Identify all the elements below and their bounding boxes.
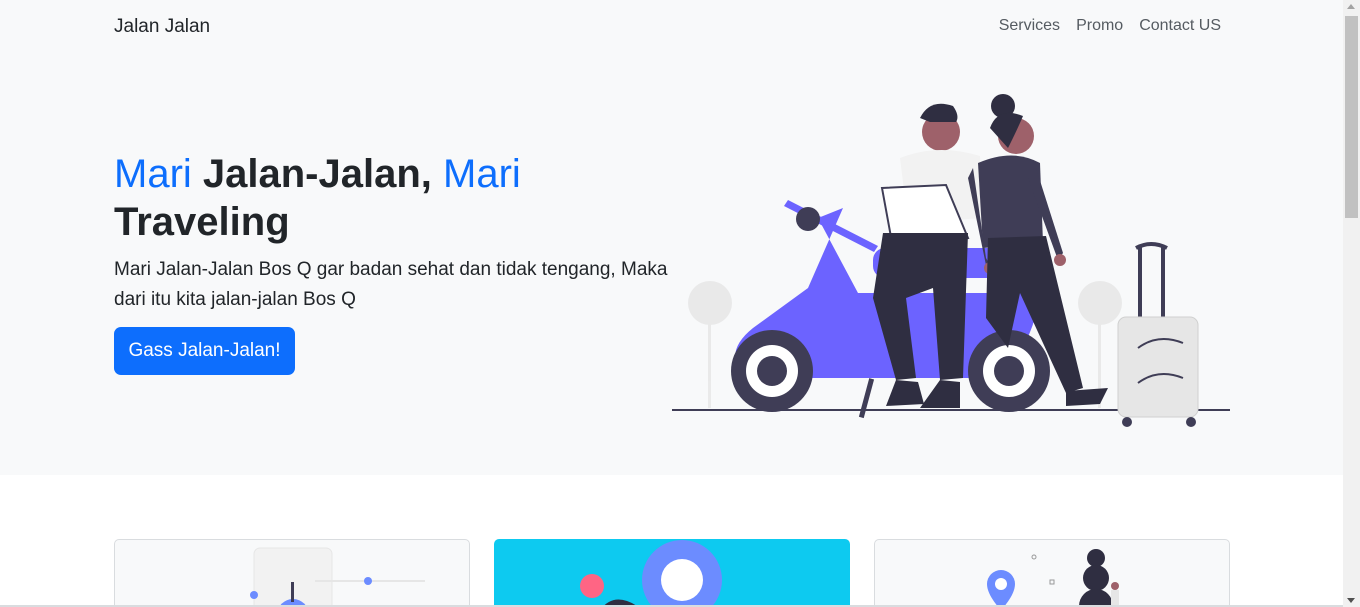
vertical-scrollbar[interactable] (1343, 0, 1360, 607)
feature-card-1[interactable] (114, 539, 470, 607)
location-pin-illustration (987, 549, 1119, 607)
scroll-thumb[interactable] (1345, 16, 1358, 218)
cta-button[interactable]: Gass Jalan-Jalan! (114, 327, 295, 375)
nav-link-services[interactable]: Services (999, 17, 1060, 35)
nav-links: Services Promo Contact US (999, 17, 1221, 35)
travel-card-illustration (250, 547, 425, 607)
nav-link-contact[interactable]: Contact US (1139, 17, 1221, 35)
feature-card-3[interactable] (874, 539, 1230, 607)
hero-title: Mari Jalan-Jalan, Mari Traveling (114, 150, 674, 246)
scroll-down-icon[interactable] (1347, 598, 1355, 603)
hero-title-part-2: Jalan-Jalan, (191, 152, 444, 196)
navbar: Jalan Jalan Services Promo Contact US (0, 0, 1343, 56)
nav-link-promo[interactable]: Promo (1076, 17, 1123, 35)
feature-card-2[interactable] (494, 539, 850, 607)
scroll-up-icon[interactable] (1347, 4, 1355, 9)
scooter-couple-illustration (672, 94, 1230, 427)
hero-title-accent-1: Mari (114, 152, 192, 196)
hero-title-part-4: Traveling (114, 200, 290, 244)
hero-lead: Mari Jalan-Jalan Bos Q gar badan sehat d… (114, 259, 668, 310)
brand-logo[interactable]: Jalan Jalan (114, 16, 210, 38)
hero-section: Jalan Jalan Services Promo Contact US Ma… (0, 0, 1343, 475)
map-card-illustration (580, 540, 722, 607)
hero-title-accent-2: Mari (443, 152, 521, 196)
